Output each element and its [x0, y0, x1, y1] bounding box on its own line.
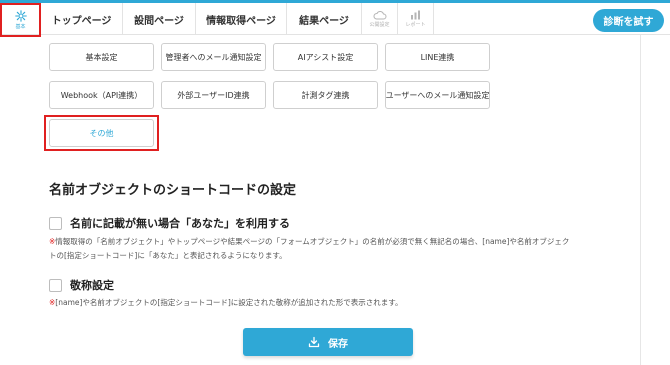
- tile-basic-settings[interactable]: 基本設定: [49, 43, 154, 71]
- tile-admin-mail-settings[interactable]: 管理者へのメール通知設定: [161, 43, 266, 71]
- tile-user-mail-settings[interactable]: ユーザーへのメール通知設定: [385, 81, 490, 109]
- honorific-note-line1: [name]や名前オブジェクトの[指定ショートコード]に設定された敬称が追加され…: [55, 298, 403, 307]
- use-anata-checkbox[interactable]: [49, 216, 62, 230]
- bar-chart-icon: [410, 10, 420, 20]
- tile-webhook-integration[interactable]: Webhook（API連携）: [49, 81, 154, 109]
- tab-report[interactable]: レポート: [398, 3, 434, 35]
- nav-home-label: 基本: [15, 24, 26, 30]
- tab-question-page[interactable]: 設問ページ: [123, 3, 196, 35]
- cloud-icon: [373, 11, 386, 20]
- tab-info-page[interactable]: 情報取得ページ: [196, 3, 287, 35]
- use-anata-note: ※情報取得の「名前オブジェクト」やトップページや結果ページの「フォームオブジェク…: [49, 235, 569, 263]
- nav-home-tab[interactable]: 基本: [0, 3, 41, 37]
- tile-external-user-id[interactable]: 外部ユーザーID連携: [161, 81, 266, 109]
- option-use-anata-row[interactable]: 名前に記載が無い場合「あなた」を利用する: [49, 215, 290, 231]
- right-rail-divider: [640, 35, 641, 365]
- download-icon: [308, 336, 320, 348]
- honorific-label: 敬称設定: [70, 279, 114, 292]
- section-title: 名前オブジェクトのショートコードの設定: [49, 183, 297, 198]
- gear-icon: [14, 10, 27, 22]
- tab-result-page[interactable]: 結果ページ: [287, 3, 362, 35]
- honorific-checkbox[interactable]: [49, 278, 62, 292]
- tile-line-integration[interactable]: LINE連携: [385, 43, 490, 71]
- publish-settings-label: 公開設定: [369, 22, 390, 28]
- tile-tracking-tag[interactable]: 計測タグ連携: [273, 81, 378, 109]
- save-button-label: 保存: [328, 338, 348, 350]
- use-anata-note-line2: トの[指定ショートコード]に「あなた」と表記されるようになります。: [49, 251, 287, 260]
- highlight-box: [44, 115, 159, 151]
- tab-top-page[interactable]: トップページ: [41, 3, 123, 35]
- tab-publish-settings[interactable]: 公開設定: [362, 3, 398, 35]
- use-anata-note-line1: 情報取得の「名前オブジェクト」やトップページや結果ページの「フォームオブジェクト…: [55, 237, 570, 246]
- top-navbar: 基本 トップページ 設問ページ 情報取得ページ 結果ページ 公開設定 レポート …: [0, 3, 670, 37]
- honorific-note: ※[name]や名前オブジェクトの[指定ショートコード]に設定された敬称が追加さ…: [49, 296, 403, 310]
- try-diagnosis-button[interactable]: 診断を試す: [593, 9, 664, 32]
- report-label: レポート: [405, 22, 426, 28]
- save-button[interactable]: 保存: [243, 328, 413, 356]
- option-honorific-row[interactable]: 敬称設定: [49, 277, 114, 293]
- use-anata-label: 名前に記載が無い場合「あなた」を利用する: [70, 217, 290, 230]
- tile-ai-assist-settings[interactable]: AIアシスト設定: [273, 43, 378, 71]
